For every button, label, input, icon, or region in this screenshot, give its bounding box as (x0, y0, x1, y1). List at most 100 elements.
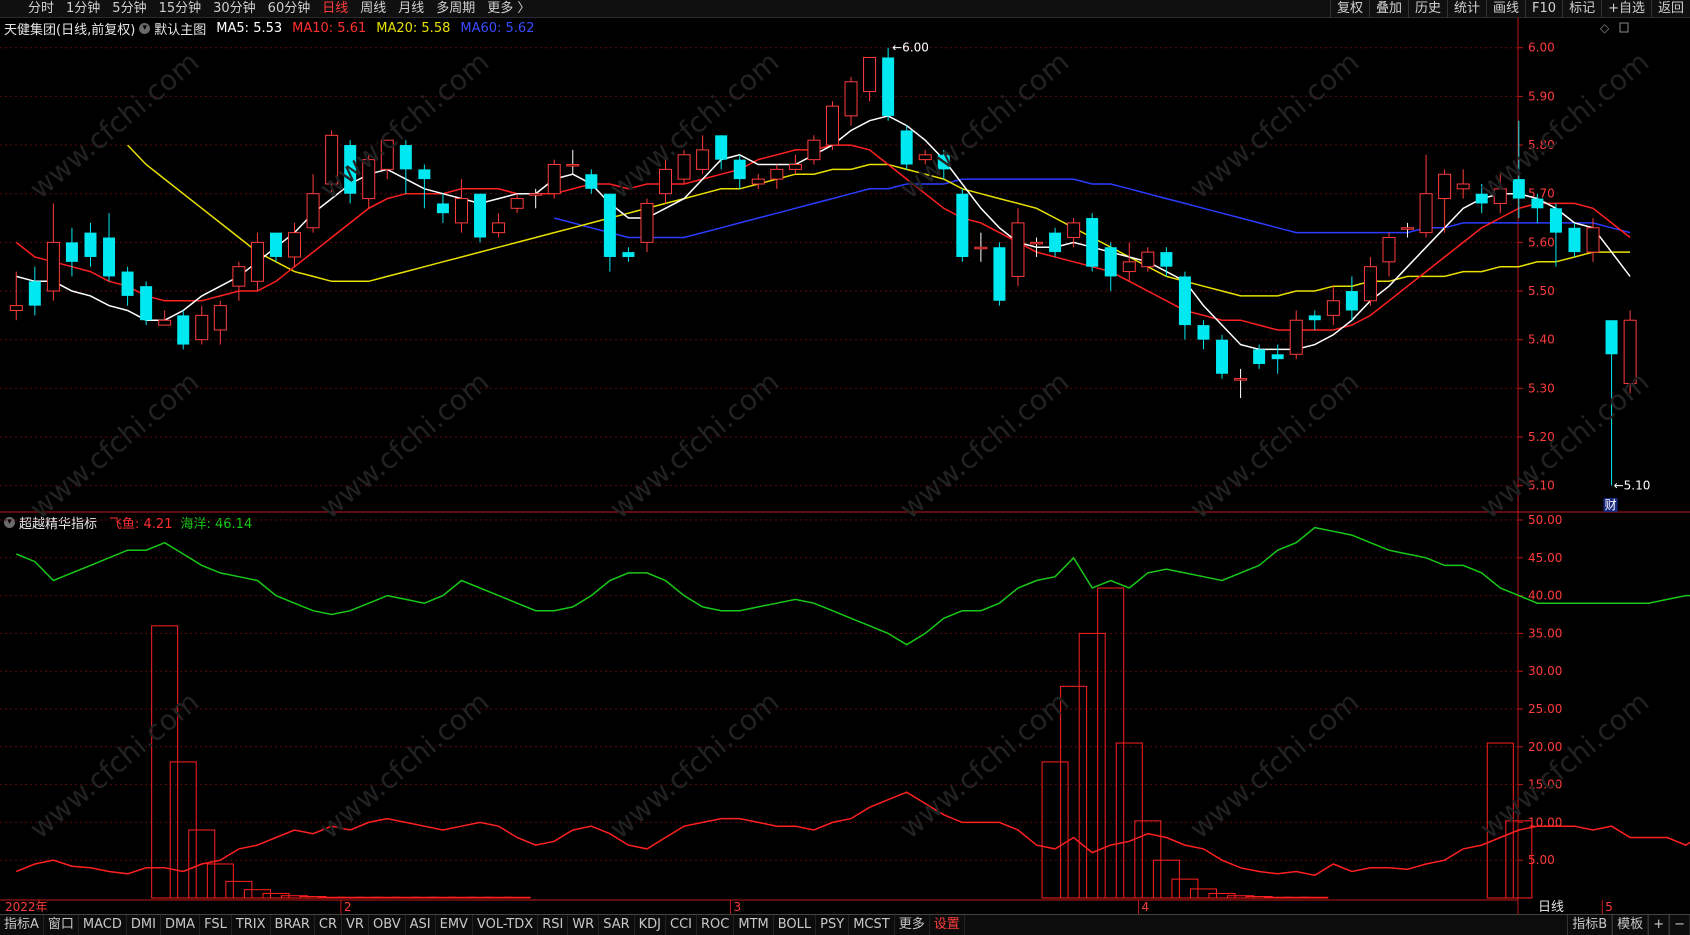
candle-body (1549, 208, 1562, 233)
indicator-tab-4[interactable]: DMA (161, 915, 201, 935)
indicator-tab-6[interactable]: TRIX (232, 915, 271, 935)
candle-body (993, 247, 1006, 301)
candle-body (492, 222, 506, 234)
indicator-tab-18[interactable]: CCI (666, 915, 698, 935)
candle (825, 101, 839, 150)
candle (1456, 169, 1470, 199)
candle (603, 193, 616, 272)
candle-body (306, 193, 320, 229)
month-label: 3 (733, 900, 741, 914)
indicator-tab-3[interactable]: DMI (127, 915, 161, 935)
candle (863, 56, 877, 102)
indicator-tab-25[interactable]: 设置 (930, 915, 965, 935)
diamond-icon: ◇ (1600, 21, 1610, 35)
indicator-tab-15[interactable]: WR (568, 915, 600, 935)
candle (492, 213, 506, 238)
watermark: www.cfchi.com (313, 365, 495, 525)
candle-body (474, 193, 487, 238)
candle-body (1216, 339, 1229, 374)
indicator-tab-16[interactable]: SAR (599, 915, 635, 935)
candle-body (213, 305, 227, 331)
candle (844, 76, 858, 126)
indicator-tab-2[interactable]: MACD (79, 915, 127, 935)
indicator-tab-11[interactable]: ASI (406, 915, 436, 935)
indicator-tab-9[interactable]: VR (342, 915, 369, 935)
candle-body (510, 198, 524, 209)
candle (529, 188, 543, 209)
candle-body (418, 169, 431, 180)
candle-body (733, 159, 746, 180)
kline-chart[interactable]: 6.005.905.805.705.605.505.405.305.205.10… (0, 0, 1690, 914)
indicator-bar (503, 896, 531, 899)
candle (1363, 256, 1377, 306)
indicator-tab-23[interactable]: MCST (849, 915, 895, 935)
indicator-tab-5[interactable]: FSL (200, 915, 232, 935)
candle (1122, 242, 1136, 282)
indicator-tab-1[interactable]: 窗口 (44, 915, 79, 935)
main-tick-label: 5.30 (1528, 381, 1555, 395)
candle (28, 266, 41, 316)
indicator-bar (1041, 761, 1069, 899)
indicator-tab-22[interactable]: PSY (816, 915, 850, 935)
indicator-bar (1078, 632, 1106, 899)
ocean-line (16, 526, 1690, 646)
candle (474, 193, 487, 243)
candle-body (195, 314, 209, 341)
candle-body (696, 149, 710, 170)
indicator-tabs: 指标A 窗口 MACD DMI DMA FSL TRIX BRAR CR VR OBV ASI EMV V… (0, 915, 965, 935)
candle-body (566, 164, 580, 167)
sub-tick-label: 40.00 (1528, 589, 1562, 603)
candle (269, 232, 282, 262)
candle-body (1122, 261, 1136, 273)
indicator-tab-17[interactable]: KDJ (635, 915, 667, 935)
indicator-tab-0[interactable]: 指标A (0, 915, 44, 935)
candle (140, 281, 153, 326)
candle (288, 222, 302, 267)
candle (993, 242, 1006, 306)
candle-body (177, 315, 190, 345)
candle-body (1178, 276, 1191, 326)
indicator-tab-14[interactable]: RSI (538, 915, 569, 935)
watermark: www.cfchi.com (1473, 45, 1655, 205)
indicator-tab-20[interactable]: MTM (734, 915, 774, 935)
candle (788, 154, 802, 175)
indicator-tab-12[interactable]: EMV (436, 915, 473, 935)
candle-body (103, 237, 116, 277)
indicator-tab-10[interactable]: OBV (369, 915, 406, 935)
indicator-tab-7[interactable]: BRAR (271, 915, 315, 935)
candle-body (1086, 218, 1099, 267)
candle-body (9, 305, 23, 311)
main-tick-label: 6.00 (1528, 41, 1555, 55)
candle-body (288, 232, 302, 258)
candle (1197, 320, 1210, 350)
indicator-tab-21[interactable]: BOLL (774, 915, 817, 935)
candle-body (1253, 349, 1266, 365)
candle (640, 198, 654, 253)
indicator-tab-19[interactable]: ROC (697, 915, 735, 935)
right-tab-2[interactable]: + (1648, 915, 1670, 935)
candle (807, 135, 821, 165)
candle-body (1568, 227, 1581, 253)
candle (1326, 286, 1340, 326)
candle-body (1419, 193, 1433, 234)
indicator-tab-8[interactable]: CR (315, 915, 343, 935)
candle-body (232, 266, 246, 287)
indicator-tab-13[interactable]: VOL-TDX (473, 915, 539, 935)
indicator-tab-24[interactable]: 更多 (895, 915, 930, 935)
candle (1141, 247, 1155, 272)
right-tab-3[interactable]: − (1669, 915, 1690, 935)
candle-body (715, 135, 728, 160)
candle-body (65, 242, 78, 262)
right-tab-0[interactable]: 指标B (1567, 915, 1613, 935)
candle-body (825, 105, 839, 146)
candle (1289, 310, 1303, 360)
watermark: www.cfchi.com (603, 365, 785, 525)
indicator-bar (1134, 820, 1162, 899)
candle-body (1234, 378, 1248, 381)
right-tab-1[interactable]: 模板 (1612, 915, 1649, 935)
watermark: www.cfchi.com (1183, 45, 1365, 205)
right-tabs: 指标B 模板 + − (1567, 915, 1690, 935)
candle (232, 261, 246, 301)
candle (547, 159, 561, 199)
candle (1049, 227, 1062, 257)
